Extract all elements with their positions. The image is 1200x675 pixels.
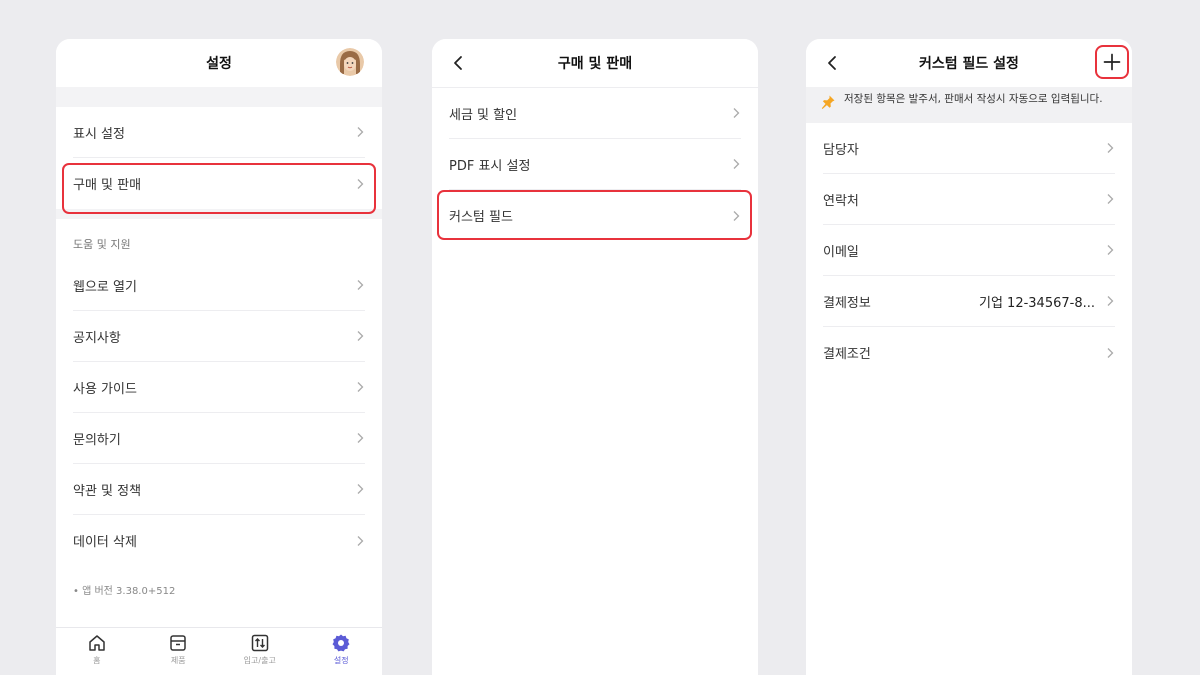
row-user-guide[interactable]: 사용 가이드 <box>73 362 365 413</box>
row-value: 기업 12-34567-8... <box>979 295 1095 311</box>
row-payment-terms[interactable]: 결제조건 <box>823 327 1115 378</box>
info-notice: 저장된 항목은 발주서, 판매서 작성시 자동으로 입력됩니다. <box>806 87 1132 123</box>
box-icon <box>170 635 186 651</box>
row-label: 약관 및 정책 <box>73 483 142 499</box>
chevron-right-icon <box>357 331 364 341</box>
display-section: 표시 설정 구매 및 판매 <box>56 107 382 209</box>
tab-settings[interactable]: 설정 <box>301 628 383 675</box>
row-label: 공지사항 <box>73 330 121 346</box>
support-section: 웹으로 열기 공지사항 사용 가이드 문의하기 약관 및 정책 데이터 삭제 <box>56 260 382 566</box>
row-label: 담당자 <box>823 142 859 158</box>
row-custom-field[interactable]: 커스텀 필드 <box>449 190 741 241</box>
row-open-web[interactable]: 웹으로 열기 <box>73 260 365 311</box>
row-notices[interactable]: 공지사항 <box>73 311 365 362</box>
back-button[interactable] <box>446 51 470 75</box>
app-version: • 앱 버전 3.38.0+512 <box>73 586 176 597</box>
back-button[interactable] <box>820 51 844 75</box>
plus-icon <box>1103 53 1121 71</box>
row-label: 커스텀 필드 <box>449 210 513 225</box>
row-label: 표시 설정 <box>73 126 125 142</box>
home-icon <box>89 635 105 651</box>
row-delete-data[interactable]: 데이터 삭제 <box>73 515 365 566</box>
purchase-sales-list: 세금 및 할인 PDF 표시 설정 커스텀 필드 <box>432 88 758 241</box>
row-payment-info[interactable]: 결제정보 기업 12-34567-8... <box>823 276 1115 327</box>
tab-home[interactable]: 홈 <box>56 628 138 675</box>
purchase-sales-header: 구매 및 판매 <box>432 39 758 87</box>
notice-text: 저장된 항목은 발주서, 판매서 작성시 자동으로 입력됩니다. <box>844 93 1103 105</box>
avatar-icon <box>336 48 364 76</box>
chevron-right-icon <box>733 159 740 169</box>
page-title: 커스텀 필드 설정 <box>919 56 1019 72</box>
tab-products[interactable]: 제품 <box>138 628 220 675</box>
chevron-right-icon <box>357 178 364 189</box>
tab-label: 입고/출고 <box>243 656 276 665</box>
tab-label: 설정 <box>333 656 349 665</box>
row-label: 결제조건 <box>823 347 871 362</box>
tab-label: 홈 <box>93 656 101 665</box>
row-label: 연락처 <box>823 193 859 209</box>
chevron-right-icon <box>1107 194 1114 204</box>
divider <box>56 87 382 107</box>
row-purchase-sales[interactable]: 구매 및 판매 <box>73 158 365 209</box>
chevron-right-icon <box>357 484 364 494</box>
row-pdf-display[interactable]: PDF 표시 설정 <box>449 139 741 190</box>
settings-screen: 설정 표시 설정 구매 및 판매 도움 및 지원 웹으로 열기 공지사항 사용 … <box>56 39 382 675</box>
page-title: 설정 <box>206 56 232 72</box>
row-terms[interactable]: 약관 및 정책 <box>73 464 365 515</box>
chevron-right-icon <box>357 382 364 392</box>
add-field-button[interactable] <box>1095 45 1129 79</box>
custom-field-list: 담당자 연락처 이메일 결제정보 기업 12-34567-8... 결제조건 <box>806 123 1132 378</box>
row-tax-discount[interactable]: 세금 및 할인 <box>449 88 741 139</box>
divider <box>56 209 382 219</box>
settings-header: 설정 <box>56 39 382 87</box>
chevron-left-icon <box>454 56 462 70</box>
row-label: 문의하기 <box>73 432 121 448</box>
chevron-right-icon <box>1107 347 1114 358</box>
chevron-right-icon <box>357 433 364 443</box>
purchase-sales-screen: 구매 및 판매 세금 및 할인 PDF 표시 설정 커스텀 필드 <box>432 39 758 675</box>
row-label: 구매 및 판매 <box>73 178 142 193</box>
avatar[interactable] <box>336 48 364 76</box>
row-label: 사용 가이드 <box>73 381 137 397</box>
row-manager[interactable]: 담당자 <box>823 123 1115 174</box>
custom-field-screen: 커스텀 필드 설정 저장된 항목은 발주서, 판매서 작성시 자동으로 입력됩니… <box>806 39 1132 675</box>
section-title: 도움 및 지원 <box>73 238 131 251</box>
tab-in-out[interactable]: 입고/출고 <box>219 628 301 675</box>
chevron-right-icon <box>733 108 740 118</box>
custom-field-header: 커스텀 필드 설정 <box>806 39 1132 87</box>
chevron-right-icon <box>357 127 364 137</box>
chevron-right-icon <box>1107 143 1114 153</box>
chevron-right-icon <box>1107 245 1114 255</box>
tab-label: 제품 <box>170 656 186 665</box>
row-contact[interactable]: 문의하기 <box>73 413 365 464</box>
chevron-right-icon <box>357 280 364 290</box>
page-title: 구매 및 판매 <box>557 56 633 72</box>
gear-icon <box>332 634 350 652</box>
chevron-right-icon <box>357 535 364 546</box>
pin-icon <box>821 95 835 109</box>
chevron-right-icon <box>1107 296 1114 306</box>
row-label: 웹으로 열기 <box>73 279 137 295</box>
in-out-icon <box>251 634 268 652</box>
row-contact-number[interactable]: 연락처 <box>823 174 1115 225</box>
row-label: 세금 및 할인 <box>449 107 518 123</box>
row-email[interactable]: 이메일 <box>823 225 1115 276</box>
row-label: 결제정보 <box>823 295 871 311</box>
chevron-left-icon <box>828 56 836 70</box>
row-label: PDF 표시 설정 <box>449 158 531 174</box>
row-label: 이메일 <box>823 244 859 260</box>
chevron-right-icon <box>733 210 740 221</box>
row-right: 기업 12-34567-8... <box>979 292 1115 311</box>
row-label: 데이터 삭제 <box>73 535 137 550</box>
tab-bar: 홈 제품 입고/출고 설정 <box>56 627 382 675</box>
row-display-settings[interactable]: 표시 설정 <box>73 107 365 158</box>
